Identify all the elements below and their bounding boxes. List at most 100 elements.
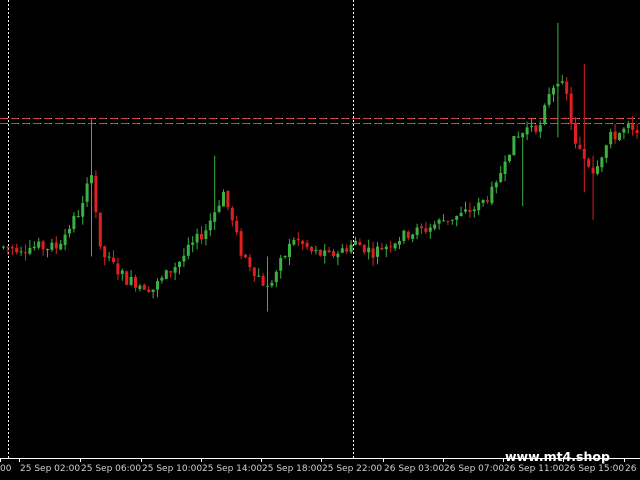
candle-bull [512,136,516,156]
candle-bear [54,242,58,249]
candle-bull [81,202,85,217]
candle-bull [393,243,397,249]
candle-bear [147,289,151,292]
candle-bear [252,267,256,276]
candle-bull [516,136,520,138]
candle-bear [591,167,595,174]
candle-bull [191,242,195,245]
candle-bear [134,276,137,288]
candle-bull [450,219,454,221]
candle-bull [129,276,133,285]
candle-bull [204,230,208,239]
candle-bear [248,257,252,268]
candle-bear [389,246,393,248]
time-tick-label: 00 [0,464,12,474]
candle-bear [226,190,230,208]
candle-bull [186,244,190,256]
candle-bear [112,257,115,263]
candle-bear [578,144,582,149]
candle-bear [239,231,243,256]
candle-bull [538,125,542,132]
candle-bear [98,212,102,247]
candle-bull [292,239,296,245]
candle-bear [200,234,203,240]
candle-bull [257,275,261,277]
candle-bear [582,148,586,159]
candle-bear [468,209,472,213]
candle-bear [631,123,635,130]
candle-bull [160,277,164,281]
candle-bull [314,250,318,252]
candle-bull [459,212,463,217]
candle-bull [503,161,507,174]
candle-bull [85,183,89,202]
candle-bull [455,215,459,220]
candle-bull [138,285,142,289]
candle-bull [182,255,186,262]
candle-bull [428,227,432,232]
candle-bear [406,231,410,238]
candle-bear [446,220,450,222]
candle-bear [301,240,305,245]
candle-bull [560,81,564,83]
candle-bear [569,93,573,124]
candle-bull [543,105,547,124]
candle-bear [103,246,107,258]
candle-bull [178,261,181,268]
time-tick-label: 26 Sep 03:00 [384,464,444,474]
candle-bull [354,240,357,245]
price-chart[interactable]: 00 25 Sep 02:00 25 Sep 06:00 25 Sep 10:00 25… [0,0,640,480]
candle-bull [288,243,291,258]
candle-bull [349,244,353,253]
candle-bull [222,192,225,207]
candle-bull [336,253,340,258]
candle-bull [525,127,529,135]
candle-bull [609,131,613,145]
candle-bear [244,254,247,258]
candle-bear [305,242,309,248]
candle-bull [596,166,599,174]
candle-bear [318,249,322,256]
candle-bear [371,248,375,258]
candle-bear [24,252,27,254]
candle-bull [72,215,76,229]
candle-bear [565,81,569,94]
time-tick-label: 25 Sep 06:00 [81,464,141,474]
candle-bull [402,230,406,241]
candle-bull [499,172,503,183]
candle-bear [169,271,173,273]
time-tick-label: 26 S [625,464,640,474]
candle-bull [156,281,159,290]
candle-bear [332,251,335,257]
candle-bull [107,256,111,258]
candle-bear [486,200,489,202]
candle-bull [384,246,388,250]
candle-bull [32,246,36,249]
candle-bull [437,219,441,224]
candle-bull [367,247,371,253]
time-tick-label: 26 Sep 15:00 [564,464,624,474]
candle-bear [534,125,538,132]
candle-bull [340,248,344,253]
candle-bull [217,205,221,212]
candle-bull [279,258,283,271]
candle-bear [6,246,10,248]
candle-bull [274,271,278,283]
chart-canvas[interactable]: 00 25 Sep 02:00 25 Sep 06:00 25 Sep 10:00 25… [0,0,640,480]
candle-bull [618,133,621,141]
candle-bear [296,238,300,241]
candle-bull [151,289,155,292]
candle-bear [587,159,591,167]
candle-bear [362,244,366,253]
candle-bull [376,246,379,257]
candle-bull [59,243,63,250]
candle-bear [41,241,45,250]
candle-bear [125,271,129,285]
time-tick-label: 26 Sep 07:00 [444,464,504,474]
watermark-text: www.mt4.shop [505,449,610,464]
candle-bear [310,247,313,252]
time-tick-label: 25 Sep 22:00 [322,464,382,474]
candle-bear [380,247,384,250]
candle-bull [37,241,41,248]
candle-bull [76,216,80,218]
